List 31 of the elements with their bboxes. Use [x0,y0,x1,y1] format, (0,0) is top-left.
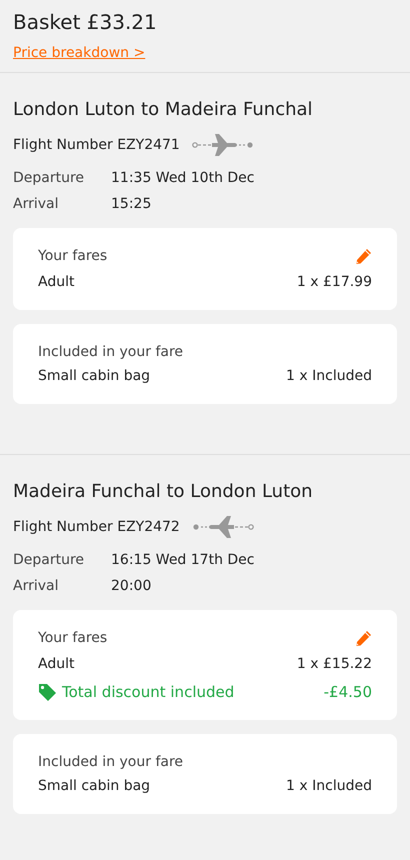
included-quantity: 1 x Included [286,367,372,386]
route-title: Madeira Funchal to London Luton [13,480,314,504]
pencil-icon[interactable] [354,248,372,266]
flight-number: Flight Number EZY2472 [13,519,180,535]
included-item: Small cabin bag [38,367,150,386]
discount-label: Total discount included [62,682,234,702]
fare-price: 1 x £17.99 [296,273,372,292]
included-quantity: 1 x Included [286,777,372,796]
basket-title: Basket £33.21 [13,9,157,36]
pencil-icon[interactable] [354,630,372,648]
arrival-time: 15:25 [111,195,152,214]
discount-amount: -£4.50 [324,682,372,702]
arrival-label: Arrival [13,195,58,214]
departure-label: Departure [13,551,84,570]
price-breakdown-link[interactable]: Price breakdown > [13,44,146,62]
included-item: Small cabin bag [38,777,150,796]
departure-time: 16:15 Wed 17th Dec [111,551,254,570]
departure-label: Departure [13,169,84,188]
fares-heading: Your fares [38,629,108,648]
arrival-label: Arrival [13,577,58,596]
passenger-type: Adult [38,655,74,674]
included-heading: Included in your fare [38,754,184,770]
fares-heading: Your fares [38,247,108,266]
arrival-time: 20:00 [111,577,152,596]
included-heading: Included in your fare [38,344,184,360]
tag-icon [38,683,57,701]
fare-price: 1 x £15.22 [296,655,372,674]
route-title: London Luton to Madeira Funchal [13,98,314,122]
passenger-type: Adult [38,273,74,292]
flight-number: Flight Number EZY2471 [13,137,180,153]
departure-time: 11:35 Wed 10th Dec [111,169,254,188]
